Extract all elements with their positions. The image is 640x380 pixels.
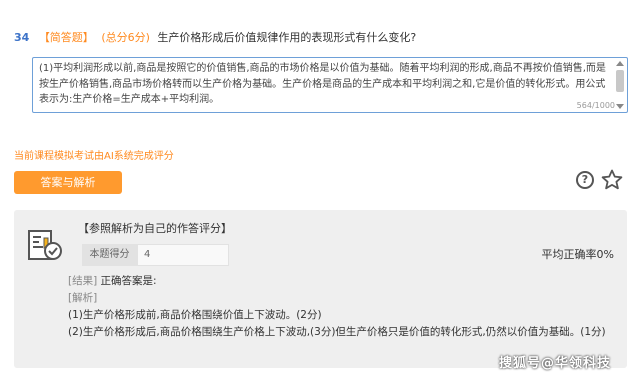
result-block: [结果] 正确答案是: [解析] (1)生产价格形成前,商品价格围绕价值上下波动… — [68, 273, 616, 341]
analysis-line-2: (2)生产价格形成后,商品价格围绕生产价格上下波动,(3分)但生产价格只是价值的… — [68, 326, 606, 338]
scroll-up-icon[interactable] — [616, 61, 624, 66]
analysis-line-1: (1)生产价格形成前,商品价格围绕价值上下波动。(2分) — [68, 309, 322, 321]
help-icon[interactable]: ? — [576, 171, 594, 189]
evaluation-panel: 【参照解析为自己的作答评分】 本题得分 4 平均正确率0% [结果] 正确答案是… — [14, 210, 627, 368]
result-text: 正确答案是: — [100, 275, 157, 287]
analysis-tag: [解析] — [68, 292, 98, 304]
answer-text[interactable]: (1)平均利润形成以前,商品是按照它的价值销售,商品的市场价格是以价值为基础。随… — [39, 61, 613, 111]
star-icon[interactable] — [600, 168, 624, 192]
char-count: 564/1000 — [576, 101, 615, 110]
ai-grading-note: 当前课程模拟考试由AI系统完成评分 — [14, 151, 174, 162]
score-label: 本题得分 — [82, 244, 137, 266]
question-type: 【简答题】 — [38, 31, 94, 44]
self-grading-icon — [28, 230, 62, 260]
scroll-down-icon[interactable] — [616, 104, 624, 109]
question-text: 生产价格形成后价值规律作用的表现形式有什么变化? — [157, 31, 417, 44]
answer-analysis-button[interactable]: 答案与解析 — [14, 171, 122, 194]
scroll-thumb[interactable] — [616, 70, 624, 92]
question-header: 34 【简答题】 (总分6分) 生产价格形成后价值规律作用的表现形式有什么变化? — [14, 29, 416, 47]
score-input[interactable]: 4 — [137, 244, 229, 266]
evaluation-title: 【参照解析为自己的作答评分】 — [78, 222, 232, 235]
question-number: 34 — [14, 31, 30, 44]
question-score: (总分6分) — [101, 31, 150, 44]
result-line: [结果] 正确答案是: — [68, 273, 616, 290]
average-correct-rate: 平均正确率0% — [541, 248, 614, 261]
answer-scrollbar[interactable] — [615, 61, 625, 109]
answer-textarea[interactable]: (1)平均利润形成以前,商品是按照它的价值销售,商品的市场价格是以价值为基础。随… — [32, 57, 628, 113]
watermark: 搜狐号@华领科技 — [499, 356, 612, 371]
result-tag: [结果] — [68, 275, 98, 287]
